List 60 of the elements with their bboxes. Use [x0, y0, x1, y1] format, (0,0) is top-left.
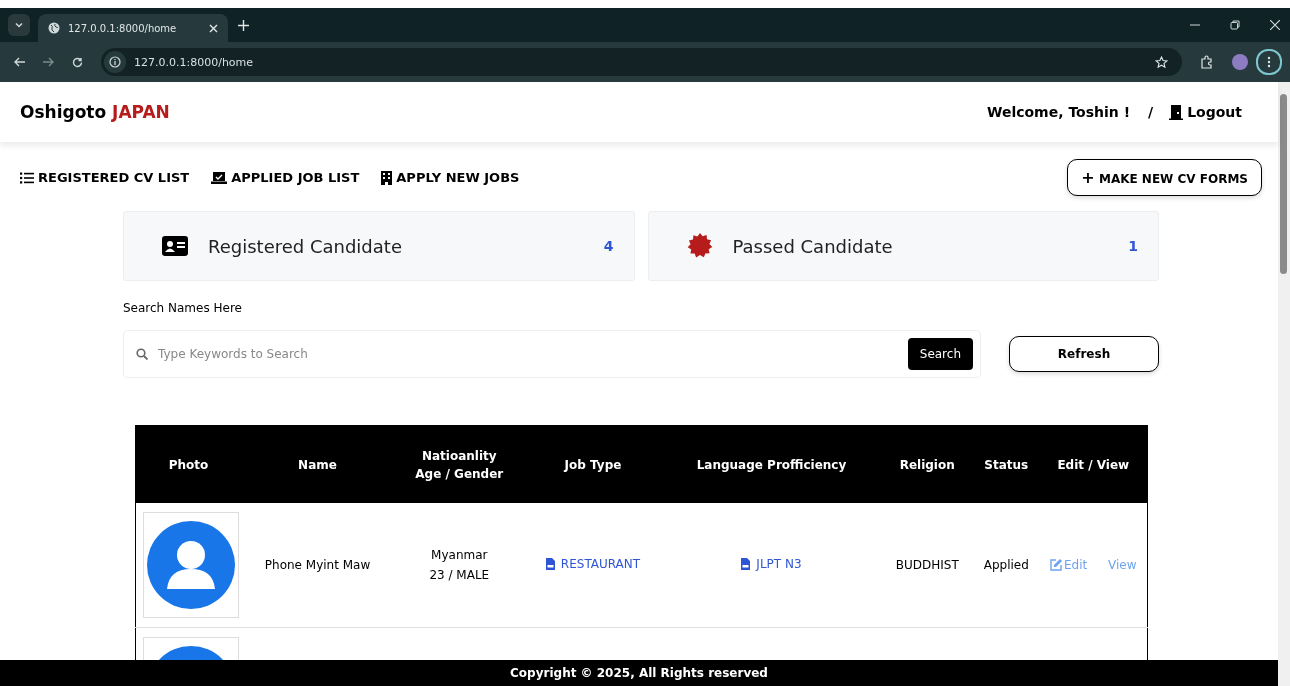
stat-label: Passed Candidate: [732, 235, 893, 257]
list-icon: [20, 171, 34, 184]
footer-text: Copyright © 2025, All Rights reserved: [0, 660, 1278, 686]
nationality-age-cell: Myanmar 23 / MALE: [429, 547, 490, 582]
stat-label: Registered Candidate: [208, 235, 402, 257]
globe-icon: [48, 22, 60, 34]
nav-link[interactable]: APPLIED JOB LIST: [211, 170, 360, 185]
search-icon: [136, 348, 148, 360]
separator-text: /: [1148, 104, 1154, 120]
column-header: Natioanlity Age / Gender: [394, 425, 525, 503]
reload-icon[interactable]: [72, 56, 83, 68]
make-cv-button[interactable]: + MAKE NEW CV FORMS: [1067, 159, 1262, 196]
column-header: Name: [241, 425, 394, 503]
caret-icon: [14, 20, 24, 30]
status-cell: Applied: [983, 558, 1029, 572]
laptop-check-icon: [211, 171, 228, 184]
search-button[interactable]: Search: [907, 338, 973, 370]
info-icon[interactable]: [109, 56, 121, 68]
menu-button[interactable]: [1256, 49, 1282, 75]
file-icon: [545, 558, 555, 570]
column-header: Job Type: [524, 425, 662, 503]
job-type-link[interactable]: RESTAURANT: [545, 557, 641, 571]
star-icon[interactable]: [1155, 55, 1168, 69]
search-field[interactable]: Type Keywords to Search Search: [123, 330, 981, 378]
column-header: Religion: [881, 425, 973, 503]
column-header: Status: [972, 425, 1040, 503]
nav-link[interactable]: APPLY NEW JOBS: [381, 170, 520, 185]
column-header: Photo: [135, 425, 241, 503]
dots-icon: [1267, 56, 1271, 68]
seal-icon: [686, 233, 713, 259]
welcome-text: Welcome, Toshin !: [986, 104, 1131, 120]
browser-tab[interactable]: 127.0.0.1:8000/home: [38, 14, 228, 42]
brand-logo[interactable]: Oshigoto JAPAN: [20, 102, 170, 122]
refresh-button[interactable]: Refresh: [1009, 336, 1159, 372]
stat-count: 4: [603, 238, 614, 254]
nav-link[interactable]: REGISTERED CV LIST: [20, 170, 190, 185]
id-card-icon: [162, 236, 188, 256]
forward-icon[interactable]: [43, 57, 54, 67]
scrollbar[interactable]: [1278, 82, 1290, 686]
puzzle-icon[interactable]: [1200, 55, 1214, 69]
column-header: Language Profficiency: [661, 425, 882, 503]
door-icon: [1169, 104, 1184, 120]
religion-cell: BUDDHIST: [895, 558, 959, 572]
language-link[interactable]: JLPT N3: [741, 557, 802, 571]
file-icon: [741, 558, 751, 570]
close-icon[interactable]: [1270, 20, 1280, 30]
new-tab-icon[interactable]: [238, 19, 249, 31]
close-icon[interactable]: [209, 23, 218, 33]
back-icon[interactable]: [14, 57, 25, 67]
column-header: Edit / View: [1039, 425, 1148, 503]
building-icon: [381, 170, 393, 185]
address-bar[interactable]: 127.0.0.1:8000/home: [101, 48, 1182, 76]
edit-icon: [1050, 559, 1062, 571]
restore-icon[interactable]: [1230, 20, 1240, 30]
stat-count: 1: [1128, 238, 1138, 254]
profile-avatar[interactable]: [1232, 54, 1248, 70]
name-cell: Phone Myint Maw: [264, 558, 371, 572]
tab-search-button[interactable]: [8, 14, 30, 36]
logout-link[interactable]: Logout: [1169, 104, 1242, 120]
search-label: Search Names Here: [123, 301, 243, 315]
